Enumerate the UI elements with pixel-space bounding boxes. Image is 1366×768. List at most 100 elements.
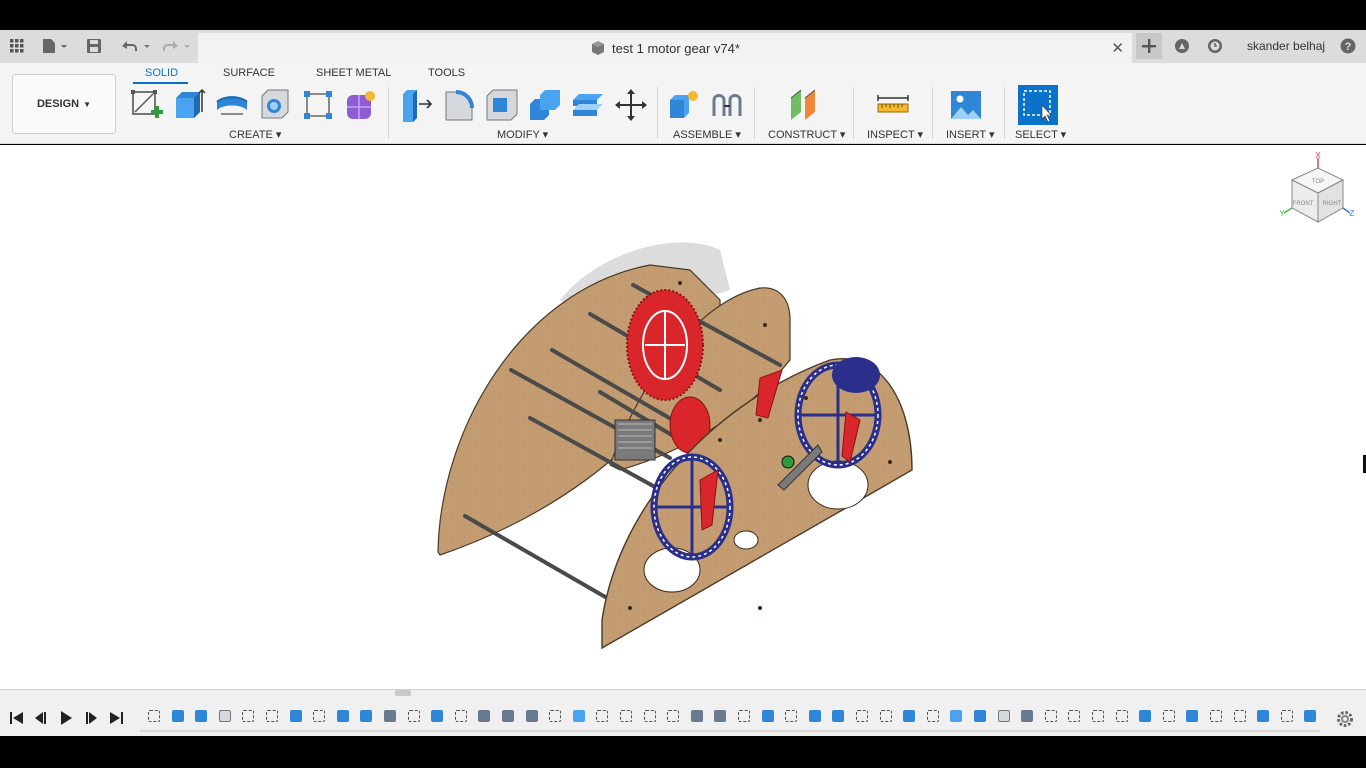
user-name[interactable]: skander belhaj xyxy=(1247,39,1325,53)
timeline-feature-item[interactable] xyxy=(334,707,352,725)
timeline-feature-item[interactable] xyxy=(381,707,399,725)
front-left-blue-gear[interactable] xyxy=(650,453,734,561)
timeline-feature-item[interactable] xyxy=(357,707,375,725)
timeline-feature-item[interactable] xyxy=(829,707,847,725)
timeline-feature-item[interactable] xyxy=(1065,707,1083,725)
go-to-start-icon[interactable] xyxy=(9,711,25,725)
timeline-feature-item[interactable] xyxy=(806,707,824,725)
measure-icon[interactable] xyxy=(876,88,910,122)
timeline-feature-item[interactable] xyxy=(1018,707,1036,725)
timeline-feature-item[interactable] xyxy=(1231,707,1249,725)
timeline-feature-item[interactable] xyxy=(1042,707,1060,725)
redo-icon[interactable] xyxy=(160,36,194,56)
timeline-feature-item[interactable] xyxy=(782,707,800,725)
rear-red-gear[interactable] xyxy=(626,289,704,401)
timeline-feature-item[interactable] xyxy=(1183,707,1201,725)
timeline-feature-item[interactable] xyxy=(405,707,423,725)
timeline-feature-item[interactable] xyxy=(428,707,446,725)
workspace-switcher-button[interactable]: DESIGN ▼ xyxy=(12,74,116,134)
tab-sheet-metal[interactable]: SHEET METAL xyxy=(316,67,391,79)
timeline-feature-item[interactable] xyxy=(664,707,682,725)
timeline-feature-item[interactable] xyxy=(1089,707,1107,725)
new-tab-icon[interactable] xyxy=(1136,33,1162,59)
offset-face-icon[interactable] xyxy=(571,88,605,122)
press-pull-icon[interactable] xyxy=(399,88,433,122)
joint-icon[interactable] xyxy=(710,88,744,122)
timeline-feature-item[interactable] xyxy=(499,707,517,725)
select-group-label[interactable]: SELECT ▾ xyxy=(1015,128,1066,141)
select-button[interactable] xyxy=(1018,85,1058,125)
inspect-group-label[interactable]: INSPECT ▾ xyxy=(867,128,923,141)
timeline-feature-item[interactable] xyxy=(688,707,706,725)
timeline-feature-item[interactable] xyxy=(1301,707,1319,725)
timeline-feature-item[interactable] xyxy=(759,707,777,725)
step-back-icon[interactable] xyxy=(33,711,49,725)
timeline-feature-item[interactable] xyxy=(711,707,729,725)
timeline-feature-item[interactable] xyxy=(192,707,210,725)
timeline-feature-item[interactable] xyxy=(475,707,493,725)
timeline-feature-item[interactable] xyxy=(216,707,234,725)
extrude-icon[interactable] xyxy=(172,88,206,122)
timeline-feature-item[interactable] xyxy=(263,707,281,725)
file-menu-icon[interactable] xyxy=(40,36,70,56)
tab-surface[interactable]: SURFACE xyxy=(223,67,275,79)
timeline-feature-item[interactable] xyxy=(995,707,1013,725)
timeline-feature-item[interactable] xyxy=(593,707,611,725)
timeline-feature-item[interactable] xyxy=(947,707,965,725)
timeline-feature-item[interactable] xyxy=(523,707,541,725)
timeline-feature-item[interactable] xyxy=(1113,707,1131,725)
timeline-feature-item[interactable] xyxy=(853,707,871,725)
move-icon[interactable] xyxy=(614,88,648,122)
timeline-feature-item[interactable] xyxy=(310,707,328,725)
undo-icon[interactable] xyxy=(118,36,152,56)
step-forward-icon[interactable] xyxy=(83,711,99,725)
timeline-feature-item[interactable] xyxy=(546,707,564,725)
insert-group-label[interactable]: INSERT ▾ xyxy=(946,128,995,141)
timeline-feature-item[interactable] xyxy=(1254,707,1272,725)
offset-plane-icon[interactable] xyxy=(787,88,821,122)
pattern-icon[interactable] xyxy=(301,88,335,122)
insert-image-icon[interactable] xyxy=(949,88,983,122)
save-icon[interactable] xyxy=(85,36,103,56)
shell-icon[interactable] xyxy=(485,88,519,122)
construct-group-label[interactable]: CONSTRUCT ▾ xyxy=(768,128,845,141)
create-sketch-icon[interactable] xyxy=(129,88,163,122)
create-form-icon[interactable] xyxy=(344,88,378,122)
timeline-feature-item[interactable] xyxy=(971,707,989,725)
modify-group-label[interactable]: MODIFY ▾ xyxy=(497,128,548,141)
timeline-feature-item[interactable] xyxy=(287,707,305,725)
timeline-feature-item[interactable] xyxy=(617,707,635,725)
create-group-label[interactable]: CREATE ▾ xyxy=(229,128,281,141)
timeline-feature-item[interactable] xyxy=(1207,707,1225,725)
timeline-feature-item[interactable] xyxy=(1160,707,1178,725)
timeline-feature-item[interactable] xyxy=(169,707,187,725)
timeline-feature-item[interactable] xyxy=(1278,707,1296,725)
timeline-feature-item[interactable] xyxy=(570,707,588,725)
timeline-feature-item[interactable] xyxy=(239,707,257,725)
hole-icon[interactable] xyxy=(258,88,292,122)
document-tab[interactable]: test 1 motor gear v74* ✕ xyxy=(198,33,1132,63)
timeline-feature-item[interactable] xyxy=(641,707,659,725)
timeline-feature-item[interactable] xyxy=(1136,707,1154,725)
go-to-end-icon[interactable] xyxy=(108,711,124,725)
timeline-feature-item[interactable] xyxy=(924,707,942,725)
canvas-viewport[interactable]: TOP FRONT RIGHT X Y Z xyxy=(0,145,1366,689)
close-tab-icon[interactable]: ✕ xyxy=(1111,39,1124,57)
timeline-feature-item[interactable] xyxy=(145,707,163,725)
timeline-feature-item[interactable] xyxy=(900,707,918,725)
timeline-feature-item[interactable] xyxy=(877,707,895,725)
timeline-feature-item[interactable] xyxy=(452,707,470,725)
help-icon[interactable]: ? xyxy=(1339,36,1357,56)
combine-icon[interactable] xyxy=(528,88,562,122)
play-icon[interactable] xyxy=(58,711,74,725)
new-component-icon[interactable] xyxy=(667,88,701,122)
job-status-icon[interactable] xyxy=(1206,36,1224,56)
timeline-settings-gear-icon[interactable] xyxy=(1336,710,1354,728)
view-cube[interactable]: TOP FRONT RIGHT X Y Z xyxy=(1279,151,1355,223)
timeline-resize-handle[interactable] xyxy=(395,690,411,696)
timeline-feature-item[interactable] xyxy=(735,707,753,725)
revolve-icon[interactable] xyxy=(215,88,249,122)
assemble-group-label[interactable]: ASSEMBLE ▾ xyxy=(673,128,741,141)
tab-tools[interactable]: TOOLS xyxy=(428,67,465,79)
app-grid-icon[interactable] xyxy=(8,36,26,56)
